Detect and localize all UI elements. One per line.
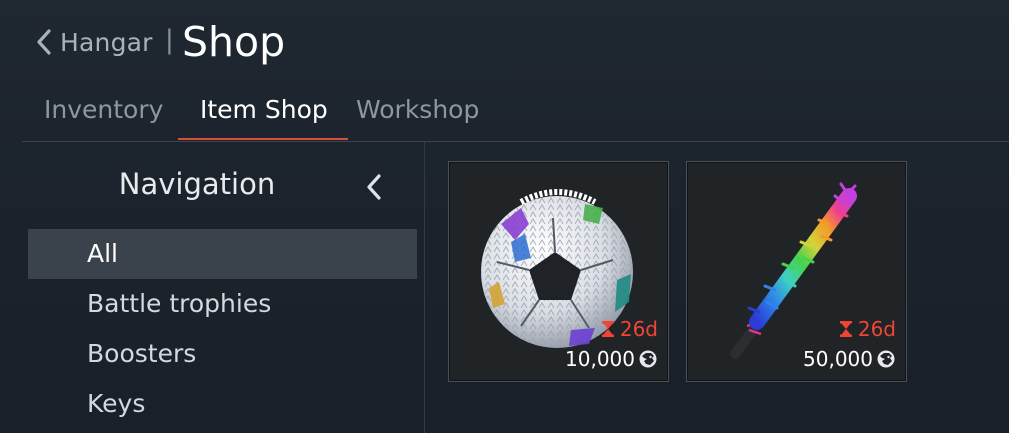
sidebar-divider <box>424 142 425 433</box>
navigation-sidebar: Navigation All Battle trophies Boosters … <box>22 142 425 433</box>
nav-item-keys[interactable]: Keys <box>28 379 417 429</box>
chevron-left-icon <box>360 170 390 204</box>
lion-icon <box>635 349 658 369</box>
lion-icon <box>873 349 896 369</box>
back-label: Hangar <box>60 27 153 57</box>
navigation-list: All Battle trophies Boosters Keys <box>28 229 417 429</box>
time-remaining: 26d <box>601 317 658 341</box>
chevron-left-icon <box>36 28 52 56</box>
back-to-hangar-link[interactable]: Hangar <box>36 22 153 62</box>
time-remaining: 26d <box>839 317 896 341</box>
navigation-title: Navigation <box>118 167 276 201</box>
collapse-sidebar-button[interactable] <box>360 170 390 204</box>
shop-item-card[interactable]: 26d 10,000 <box>448 161 669 382</box>
breadcrumb-separator: | <box>165 25 174 55</box>
nav-item-all[interactable]: All <box>28 229 417 279</box>
header: Hangar | Shop <box>0 0 1009 90</box>
price-value: 10,000 <box>565 347 635 371</box>
item-price: 10,000 <box>565 347 658 371</box>
hourglass-icon <box>839 321 858 337</box>
timer-value: 26d <box>619 317 658 341</box>
price-value: 50,000 <box>803 347 873 371</box>
tab-inventory[interactable]: Inventory <box>44 88 163 140</box>
tab-item-shop[interactable]: Item Shop <box>178 88 348 140</box>
tab-workshop[interactable]: Workshop <box>356 88 479 140</box>
nav-item-battle-trophies[interactable]: Battle trophies <box>28 279 417 329</box>
hourglass-icon <box>601 321 620 337</box>
timer-value: 26d <box>857 317 896 341</box>
shop-item-card[interactable]: 26d 50,000 <box>686 161 907 382</box>
page-title: Shop <box>182 18 286 66</box>
tab-bar: Inventory Item Shop Workshop <box>0 88 1009 143</box>
item-price: 50,000 <box>803 347 896 371</box>
nav-item-boosters[interactable]: Boosters <box>28 329 417 379</box>
